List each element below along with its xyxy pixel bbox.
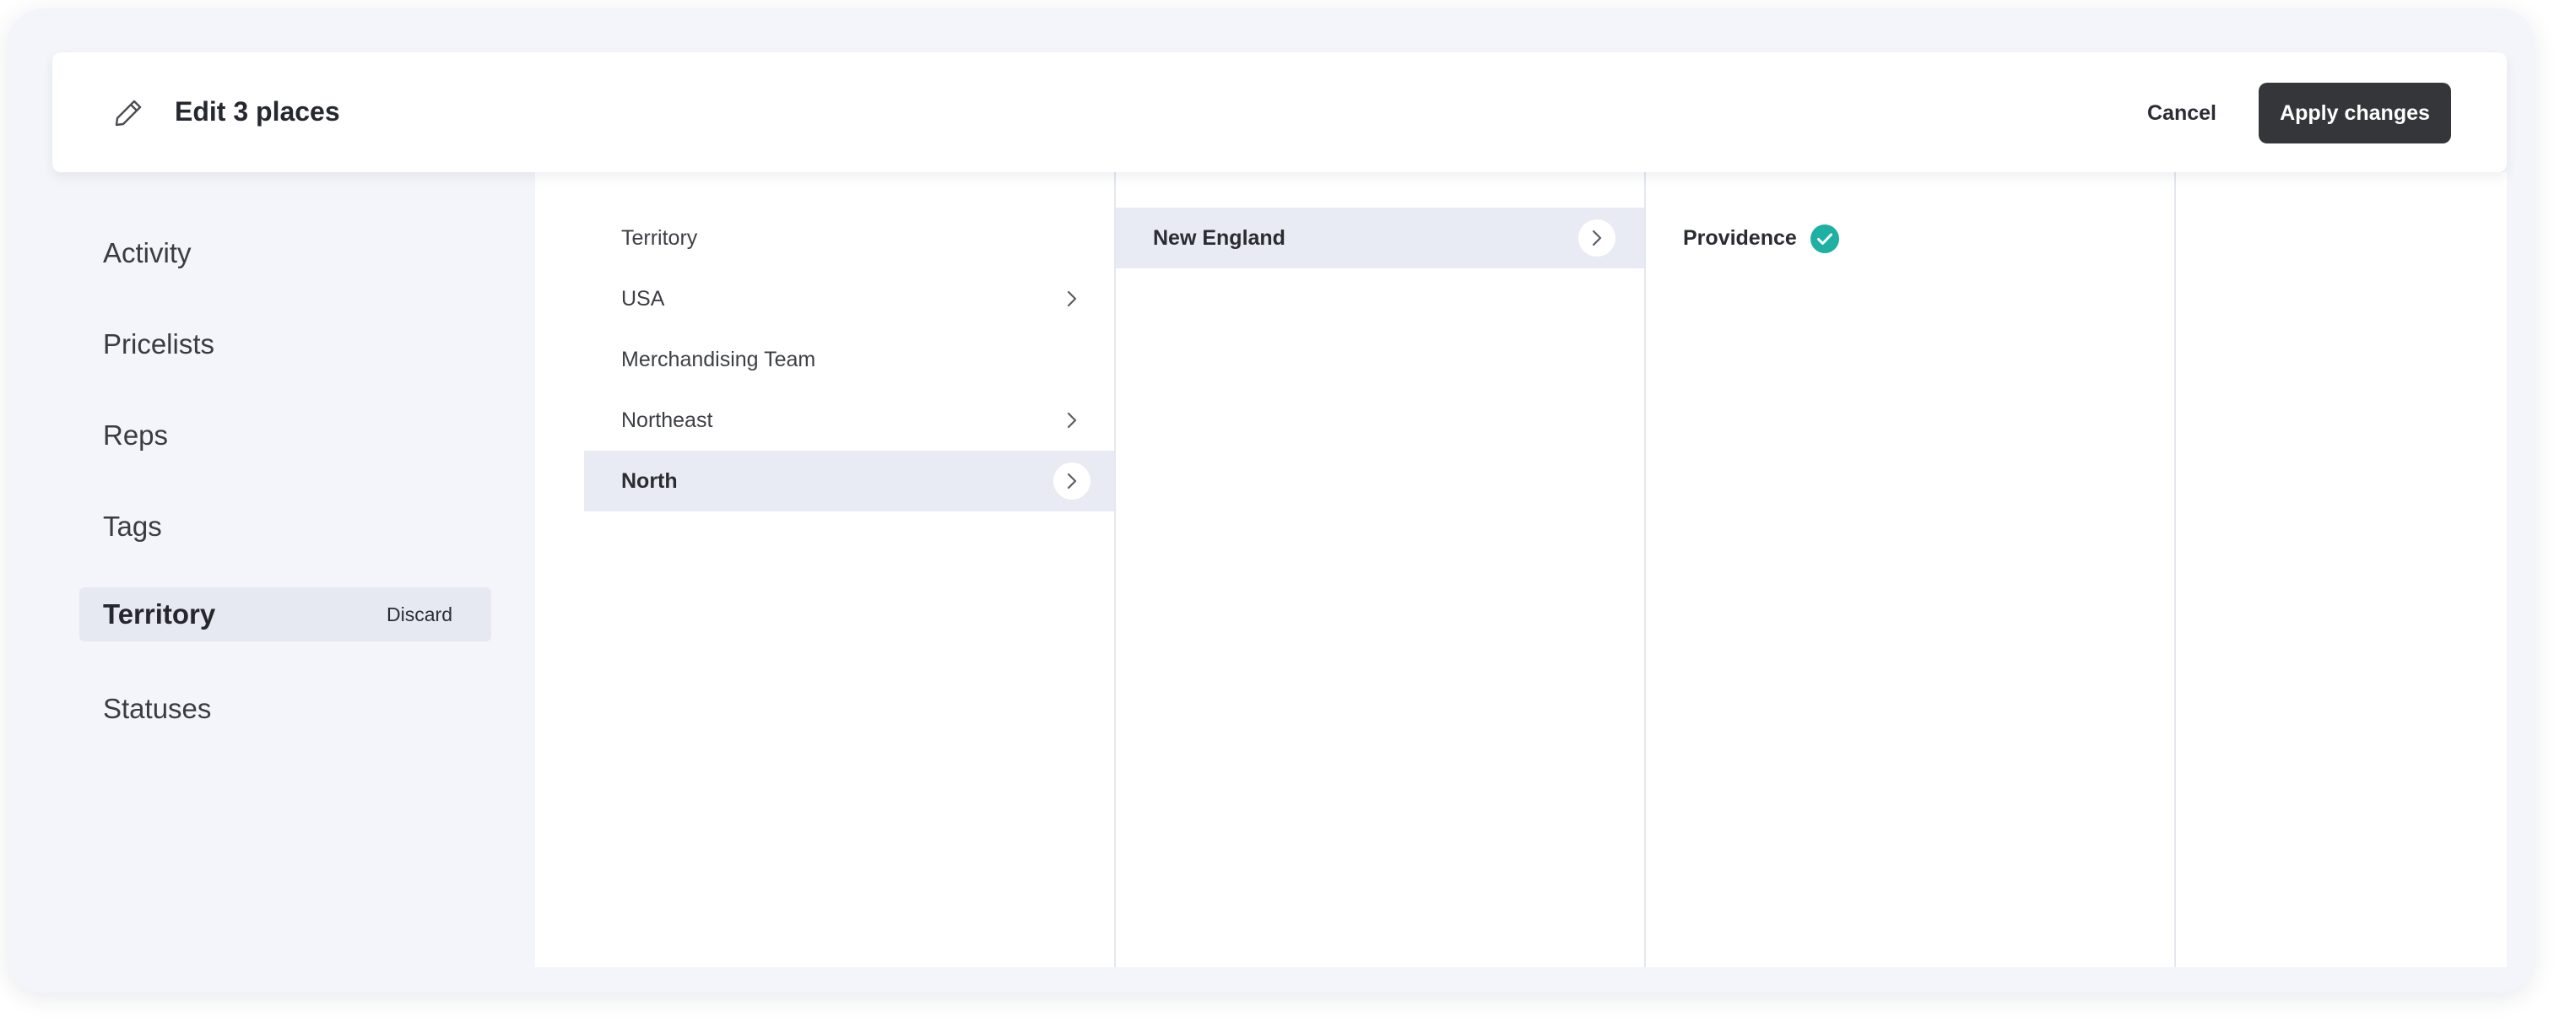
column-4	[2176, 172, 2507, 967]
chevron-right-icon	[1592, 230, 1602, 246]
dialog-title: Edit 3 places	[175, 96, 340, 127]
list-item-selected[interactable]: North	[584, 451, 1114, 511]
sidebar-item-label: Territory	[103, 598, 216, 630]
chevron-right-icon	[1067, 473, 1077, 489]
list-item-label: Merchandising Team	[621, 348, 816, 371]
cancel-button[interactable]: Cancel	[2147, 96, 2216, 130]
apply-changes-button[interactable]: Apply changes	[2259, 83, 2451, 143]
list-item-checked[interactable]: Providence	[1646, 208, 2174, 268]
list-item[interactable]: USA	[584, 268, 1114, 329]
sidebar-item-label: Reps	[103, 419, 169, 451]
dialog-header: Edit 3 places Cancel Apply changes	[52, 52, 2507, 172]
sidebar-item-statuses[interactable]: Statuses	[79, 682, 491, 736]
sidebar-item-label: Statuses	[103, 693, 212, 724]
column-1: Territory USA Merchandising Team Northea…	[535, 172, 1114, 967]
sidebar-item-activity[interactable]: Activity	[79, 226, 491, 280]
column-2: New England	[1116, 172, 1644, 967]
list-item-selected[interactable]: New England	[1116, 208, 1644, 268]
chevron-right-icon	[1067, 412, 1077, 429]
pencil-icon	[115, 100, 142, 127]
edit-places-dialog: Edit 3 places Cancel Apply changes Activ…	[8, 8, 2534, 992]
sidebar-item-territory[interactable]: Territory Discard	[79, 587, 491, 641]
list-item[interactable]: Northeast	[584, 390, 1114, 451]
column-3: Providence	[1646, 172, 2174, 967]
discard-button[interactable]: Discard	[387, 587, 452, 641]
list-item-label: Northeast	[621, 408, 713, 432]
list-item-label: Territory	[621, 226, 698, 250]
sidebar-item-pricelists[interactable]: Pricelists	[79, 317, 491, 371]
list-item-label: New England	[1153, 226, 1285, 250]
sidebar-item-label: Tags	[103, 511, 162, 542]
list-item[interactable]: Merchandising Team	[584, 329, 1114, 390]
list-item-label: Providence	[1683, 226, 1797, 250]
list-item-label: North	[621, 469, 678, 493]
sidebar-item-reps[interactable]: Reps	[79, 408, 491, 462]
territory-browser: Territory USA Merchandising Team Northea…	[535, 172, 2507, 967]
check-circle-icon	[1810, 224, 1839, 253]
chevron-right-icon	[1067, 290, 1077, 307]
list-item[interactable]: Territory	[584, 208, 1114, 268]
sidebar-item-label: Pricelists	[103, 328, 215, 360]
sidebar-item-label: Activity	[103, 237, 192, 268]
sidebar-item-tags[interactable]: Tags	[79, 500, 491, 554]
list-item-label: USA	[621, 287, 665, 311]
